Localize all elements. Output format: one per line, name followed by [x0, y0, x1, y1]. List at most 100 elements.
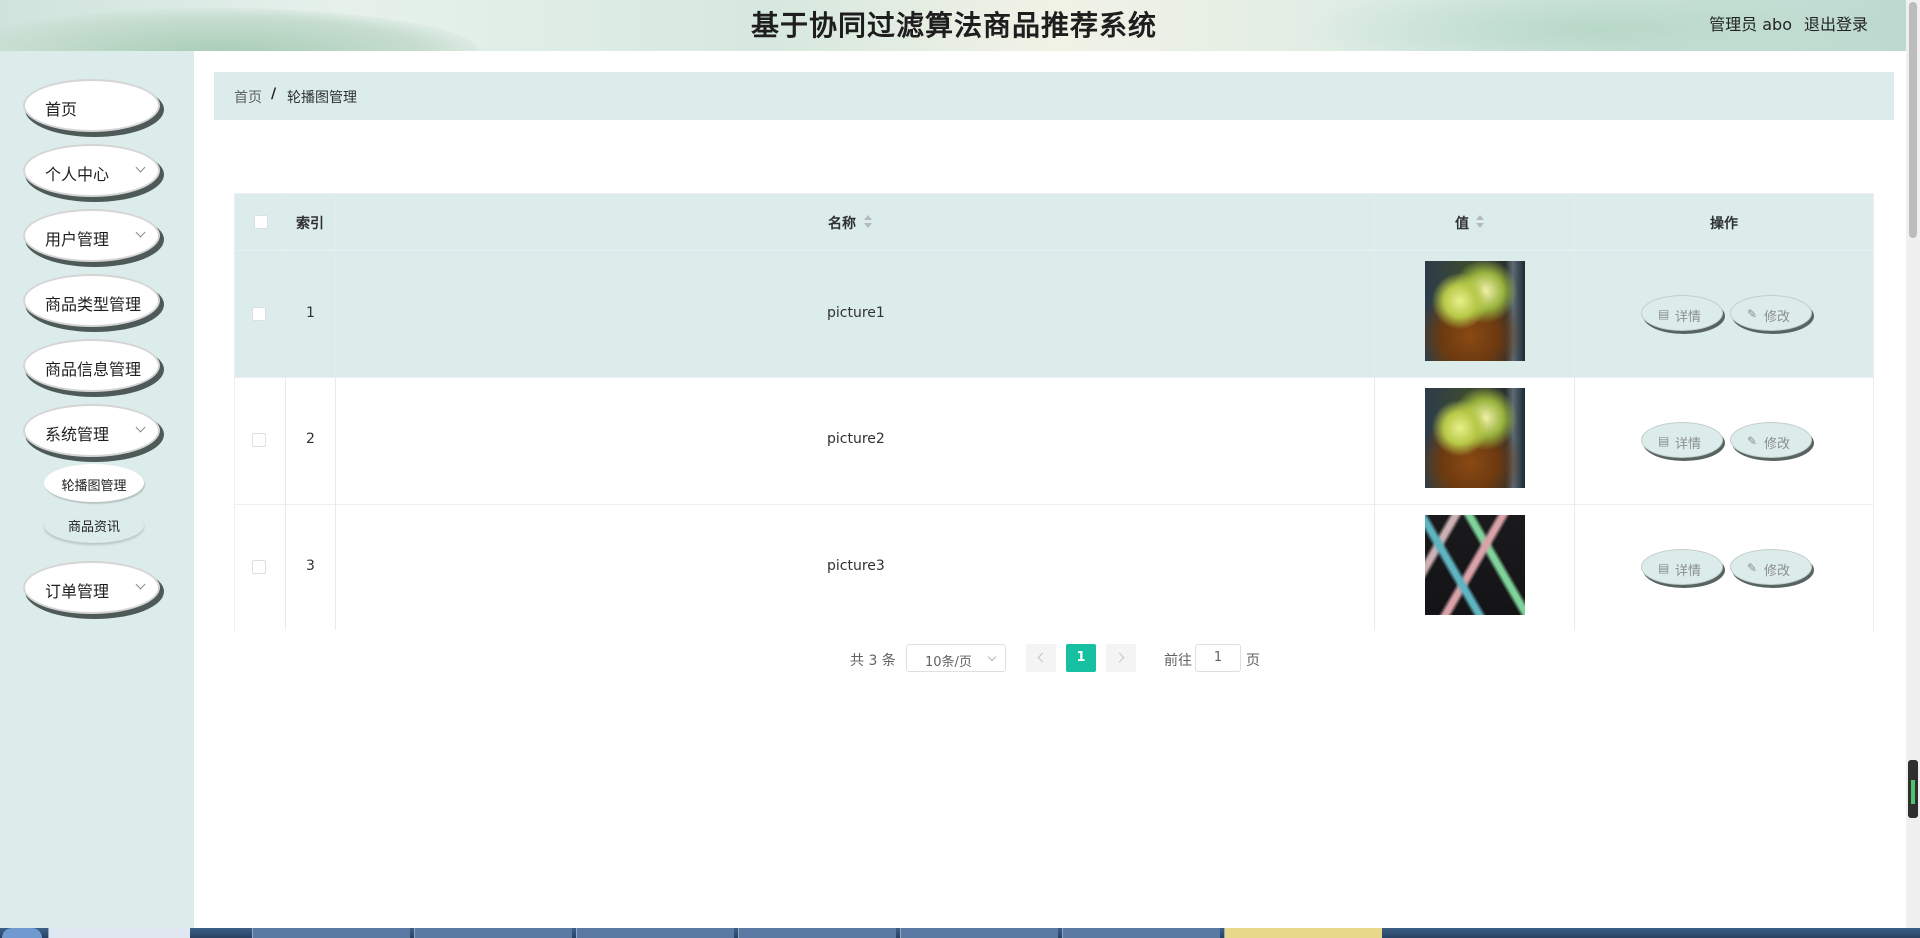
- sidebar-item-label: 系统管理: [45, 425, 110, 444]
- chevron-down-icon: [987, 652, 997, 662]
- document-icon: ▤: [1658, 561, 1670, 575]
- row-name: picture1: [827, 305, 885, 321]
- next-page-button[interactable]: [1106, 644, 1136, 672]
- edit-button[interactable]: ✎ 修改: [1730, 422, 1812, 458]
- logout-link[interactable]: 退出登录: [1804, 11, 1868, 35]
- start-button[interactable]: [2, 928, 42, 938]
- taskbar-item[interactable]: [576, 928, 734, 938]
- app-header: 基于协同过滤算法商品推荐系统 管理员 abo 退出登录: [0, 0, 1920, 51]
- current-user-label: 管理员 abo: [1709, 15, 1792, 34]
- row-index: 2: [306, 431, 315, 447]
- floating-widget[interactable]: [1908, 760, 1918, 818]
- column-header-name[interactable]: 名称: [828, 213, 856, 233]
- column-divider: [1574, 194, 1575, 630]
- breadcrumb-current: 轮播图管理: [287, 90, 357, 106]
- chevron-down-icon: [135, 579, 146, 590]
- sidebar-subitem-carousel[interactable]: 轮播图管理: [44, 464, 144, 502]
- detail-button[interactable]: ▤ 详情: [1641, 549, 1723, 585]
- pencil-icon: ✎: [1747, 561, 1758, 575]
- row-name: picture3: [827, 558, 885, 574]
- select-all-checkbox[interactable]: [254, 215, 268, 229]
- carousel-table: 索引 名称 值 操作 1 picture1 ▤ 详情 ✎ 修改 2 pictur…: [234, 193, 1874, 631]
- column-divider: [1374, 194, 1375, 630]
- breadcrumb-home[interactable]: 首页: [234, 87, 262, 107]
- sidebar-subitem-news[interactable]: 商品资讯: [44, 507, 144, 543]
- column-divider: [335, 194, 336, 630]
- sidebar-item-label: 用户管理: [45, 230, 110, 249]
- detail-button-label: 详情: [1675, 437, 1702, 452]
- pencil-icon: ✎: [1747, 307, 1758, 321]
- taskbar-item[interactable]: [414, 928, 572, 938]
- chevron-down-icon: [135, 227, 146, 238]
- sidebar-item-home[interactable]: 首页: [23, 79, 160, 132]
- sidebar-subitem-label: 商品资讯: [67, 520, 120, 535]
- edit-button[interactable]: ✎ 修改: [1730, 549, 1812, 585]
- os-taskbar: [0, 928, 1920, 938]
- document-icon: ▤: [1658, 307, 1670, 321]
- sidebar-item-product-types[interactable]: 商品类型管理: [23, 274, 160, 327]
- sidebar-item-label: 商品类型管理: [45, 295, 142, 314]
- pagination-total: 共 3 条: [850, 653, 896, 669]
- page-size-select[interactable]: 10条/页: [906, 644, 1006, 672]
- sort-icon[interactable]: [864, 215, 872, 229]
- current-page-button[interactable]: 1: [1066, 644, 1096, 672]
- column-header-actions: 操作: [1710, 216, 1738, 232]
- row-index: 3: [306, 558, 315, 574]
- table-header: 索引 名称 值 操作: [235, 194, 1873, 250]
- prev-page-button[interactable]: [1026, 644, 1056, 672]
- sidebar-item-label: 首页: [45, 100, 78, 119]
- edit-button-label: 修改: [1764, 564, 1791, 579]
- vertical-scrollbar[interactable]: [1906, 0, 1920, 928]
- taskbar-item[interactable]: [738, 928, 896, 938]
- edit-button-label: 修改: [1764, 437, 1791, 452]
- breadcrumb-separator: /: [271, 86, 277, 102]
- carousel-image[interactable]: [1425, 261, 1525, 361]
- app-title: 基于协同过滤算法商品推荐系统: [750, 9, 1157, 42]
- chevron-left-icon: [1037, 652, 1048, 663]
- scrollbar-thumb[interactable]: [1909, 2, 1917, 238]
- carousel-image[interactable]: [1425, 515, 1525, 615]
- page-size-value: 10条/页: [925, 655, 972, 670]
- edit-button-label: 修改: [1764, 310, 1791, 325]
- detail-button-label: 详情: [1675, 564, 1702, 579]
- sidebar-item-users[interactable]: 用户管理: [23, 209, 160, 262]
- goto-label: 前往: [1164, 653, 1192, 669]
- table-row: 2 picture2 ▤ 详情 ✎ 修改: [235, 377, 1873, 504]
- pencil-icon: ✎: [1747, 434, 1758, 448]
- row-name: picture2: [827, 431, 885, 447]
- sidebar: 首页 个人中心 用户管理 商品类型管理 商品信息管理 系统管理 轮播图管理 商品…: [0, 51, 194, 928]
- detail-button[interactable]: ▤ 详情: [1641, 422, 1723, 458]
- taskbar-item[interactable]: [1224, 928, 1382, 938]
- taskbar-item[interactable]: [252, 928, 410, 938]
- breadcrumb: 首页 / 轮播图管理: [214, 72, 1894, 120]
- taskbar-item[interactable]: [48, 928, 190, 938]
- goto-page-input[interactable]: 1: [1195, 644, 1241, 672]
- taskbar-item[interactable]: [900, 928, 1058, 938]
- carousel-image[interactable]: [1425, 388, 1525, 488]
- table-row: 3 picture3 ▤ 详情 ✎ 修改: [235, 504, 1873, 631]
- chevron-right-icon: [1114, 652, 1125, 663]
- sidebar-item-product-info[interactable]: 商品信息管理: [23, 339, 160, 392]
- column-divider: [285, 194, 286, 630]
- taskbar-item[interactable]: [1062, 928, 1220, 938]
- row-index: 1: [306, 305, 315, 321]
- row-checkbox[interactable]: [252, 433, 266, 447]
- column-header-value[interactable]: 值: [1455, 213, 1469, 233]
- row-checkbox[interactable]: [252, 307, 266, 321]
- goto-unit-label: 页: [1246, 653, 1260, 669]
- detail-button[interactable]: ▤ 详情: [1641, 295, 1723, 331]
- detail-button-label: 详情: [1675, 310, 1702, 325]
- sidebar-item-profile[interactable]: 个人中心: [23, 144, 160, 197]
- chevron-down-icon: [135, 162, 146, 173]
- sidebar-item-label: 商品信息管理: [45, 360, 142, 379]
- edit-button[interactable]: ✎ 修改: [1730, 295, 1812, 331]
- sidebar-subitem-label: 轮播图管理: [61, 479, 127, 494]
- sidebar-item-label: 订单管理: [45, 582, 110, 601]
- sidebar-item-orders[interactable]: 订单管理: [23, 561, 160, 614]
- column-header-index: 索引: [296, 216, 324, 232]
- chevron-down-icon: [135, 422, 146, 433]
- row-checkbox[interactable]: [252, 560, 266, 574]
- sidebar-item-label: 个人中心: [45, 165, 110, 184]
- sort-icon[interactable]: [1476, 215, 1484, 229]
- sidebar-item-system[interactable]: 系统管理: [23, 404, 160, 457]
